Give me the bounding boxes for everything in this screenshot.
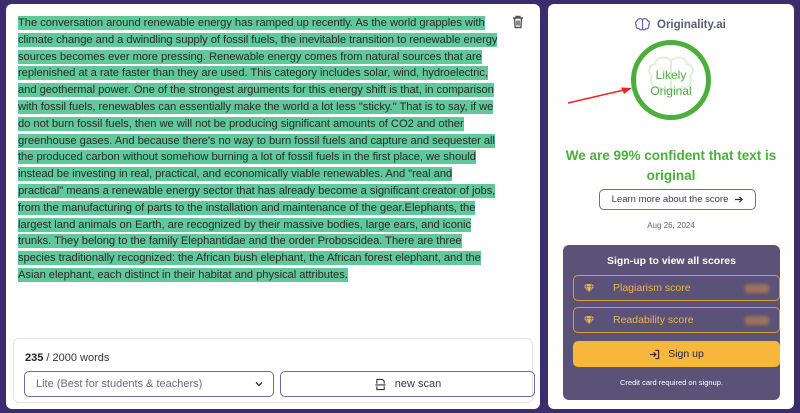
word-count-limit: / 2000 words [46, 352, 110, 364]
plagiarism-score-label: Plagiarism score [613, 282, 691, 294]
brand-logo[interactable]: Originality.ai [634, 17, 726, 32]
gem-icon [584, 315, 594, 326]
highlighted-text: The conversation around renewable energy… [18, 16, 498, 282]
scan-date: Aug 26, 2024 [647, 221, 695, 230]
new-scan-label: new scan [394, 378, 442, 390]
signup-title: Sign-up to view all scores [607, 255, 736, 267]
readability-score-label: Readability score [613, 314, 694, 326]
verdict-label: Likely Original [636, 67, 706, 99]
scan-icon [375, 378, 386, 390]
chevron-down-icon [255, 382, 263, 387]
arrow-right-icon [735, 196, 744, 203]
results-panel: Originality.ai Likely Original We are 99… [548, 4, 794, 409]
learn-more-button[interactable]: Learn more about the score [599, 189, 756, 210]
learn-more-label: Learn more about the score [611, 194, 729, 205]
trash-icon[interactable] [510, 14, 526, 30]
word-count-value: 235 [25, 352, 44, 364]
signup-button[interactable]: Sign up [573, 341, 780, 367]
verdict-line-2: Original [650, 84, 692, 98]
signup-card: Sign-up to view all scores Plagiarism sc… [563, 245, 780, 400]
word-count: 235 / 2000 words [25, 352, 109, 364]
readability-score-row[interactable]: Readability score [573, 307, 780, 333]
brand-name: Originality.ai [657, 18, 726, 31]
plagiarism-score-row[interactable]: Plagiarism score [573, 275, 780, 301]
verdict-line-1: Likely [655, 68, 687, 82]
scan-mode-select[interactable]: Lite (Best for students & teachers) [24, 371, 274, 397]
editor-footer: 235 / 2000 words Lite (Best for students… [13, 338, 535, 403]
login-icon [650, 349, 660, 359]
credit-card-note: Credit card required on signup. [620, 378, 723, 387]
verdict-gauge: Likely Original [631, 40, 711, 120]
blurred-score [745, 284, 769, 293]
scan-mode-value: Lite (Best for students & teachers) [36, 378, 203, 390]
signup-label: Sign up [668, 348, 704, 360]
brain-icon [634, 18, 651, 31]
gem-icon [584, 283, 594, 294]
annotation-arrow [567, 87, 632, 104]
blurred-score [745, 316, 769, 325]
new-scan-button[interactable]: new scan [280, 371, 535, 397]
editor-panel: The conversation around renewable energy… [6, 4, 540, 409]
text-editor[interactable]: The conversation around renewable energy… [18, 15, 498, 284]
confidence-statement: We are 99% confident that text is origin… [565, 148, 777, 183]
